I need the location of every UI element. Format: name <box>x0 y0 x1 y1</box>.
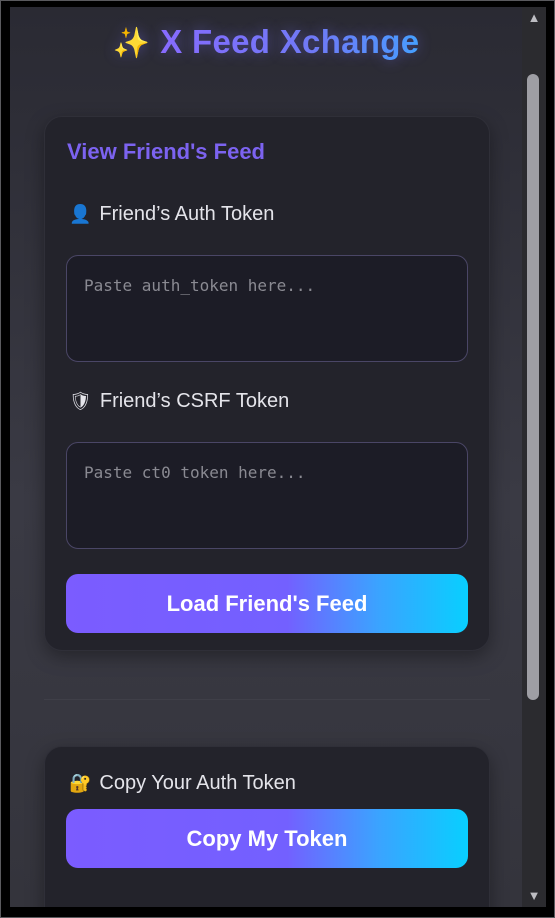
sparkle-icon: ✨ <box>112 27 151 60</box>
csrf-token-label: 🛡 Friend’s CSRF Token <box>69 390 289 413</box>
popup-window: ✨ X Feed Xchange View Friend's Feed 👤 Frie… <box>0 0 555 918</box>
copy-token-card: 🔐 Copy Your Auth Token Copy My Token <box>44 746 490 907</box>
csrf-token-input[interactable] <box>66 442 468 549</box>
section-divider <box>44 699 490 700</box>
auth-token-input[interactable] <box>66 255 468 362</box>
copy-token-label: 🔐 Copy Your Auth Token <box>69 772 296 795</box>
csrf-token-label-text: Friend’s CSRF Token <box>99 390 290 412</box>
vertical-scrollbar[interactable]: ▲ ▼ <box>522 7 546 907</box>
popup-content: ✨ X Feed Xchange View Friend's Feed 👤 Frie… <box>10 7 522 907</box>
copy-token-label-text: Copy Your Auth Token <box>99 772 296 794</box>
scroll-down-icon[interactable]: ▼ <box>522 885 546 907</box>
scroll-thumb[interactable] <box>527 74 539 700</box>
lock-key-icon: 🔐 <box>69 773 92 793</box>
scroll-up-icon[interactable]: ▲ <box>522 7 546 29</box>
user-icon: 👤 <box>69 204 92 224</box>
view-feed-heading: View Friend's Feed <box>67 139 265 164</box>
load-feed-button[interactable]: Load Friend's Feed <box>66 574 468 633</box>
auth-token-label: 👤 Friend’s Auth Token <box>69 203 274 226</box>
auth-token-label-text: Friend’s Auth Token <box>99 203 275 225</box>
view-feed-card: View Friend's Feed 👤 Friend’s Auth Token … <box>44 116 490 651</box>
shield-icon: 🛡 <box>69 391 92 411</box>
copy-token-button[interactable]: Copy My Token <box>66 809 468 868</box>
app-title: ✨ X Feed Xchange <box>10 23 522 61</box>
app-title-text: X Feed Xchange <box>160 23 420 60</box>
